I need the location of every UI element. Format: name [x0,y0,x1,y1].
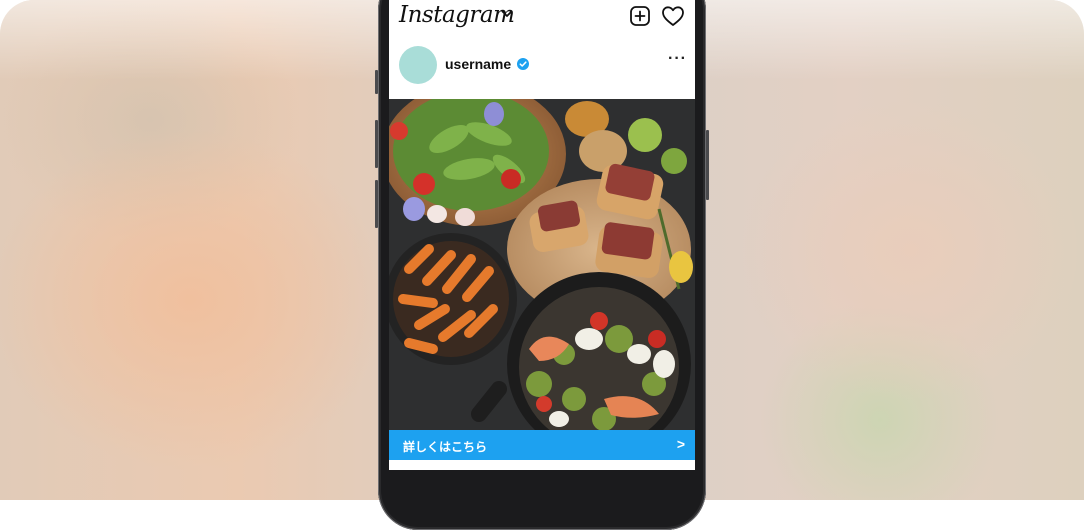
app-top-bar: Instagram [389,0,695,34]
post-username[interactable]: username [445,56,511,72]
phone-screen: Instagram username ··· 詳しくはこちら > [389,0,695,470]
avatar[interactable] [399,46,437,84]
more-icon[interactable]: ··· [668,50,687,68]
verified-badge-icon [517,58,529,70]
instagram-logo[interactable]: Instagram [399,2,515,28]
phone-side-button [375,70,378,94]
new-post-icon[interactable] [629,5,651,27]
learn-more-label: 詳しくはこちら [403,440,488,454]
food-photo-illustration [389,99,695,430]
chevron-right-icon: > [676,436,685,452]
learn-more-banner[interactable]: 詳しくはこちら > [389,430,695,460]
chevron-down-icon[interactable] [501,10,513,18]
post-actions [389,460,695,470]
post-header: username ··· [389,34,695,100]
phone-side-button [706,130,709,200]
phone-frame: Instagram username ··· 詳しくはこちら > [375,0,709,530]
phone-side-button [375,180,378,228]
heart-icon[interactable] [661,5,685,27]
post-image[interactable] [389,99,695,430]
phone-side-button [375,120,378,168]
